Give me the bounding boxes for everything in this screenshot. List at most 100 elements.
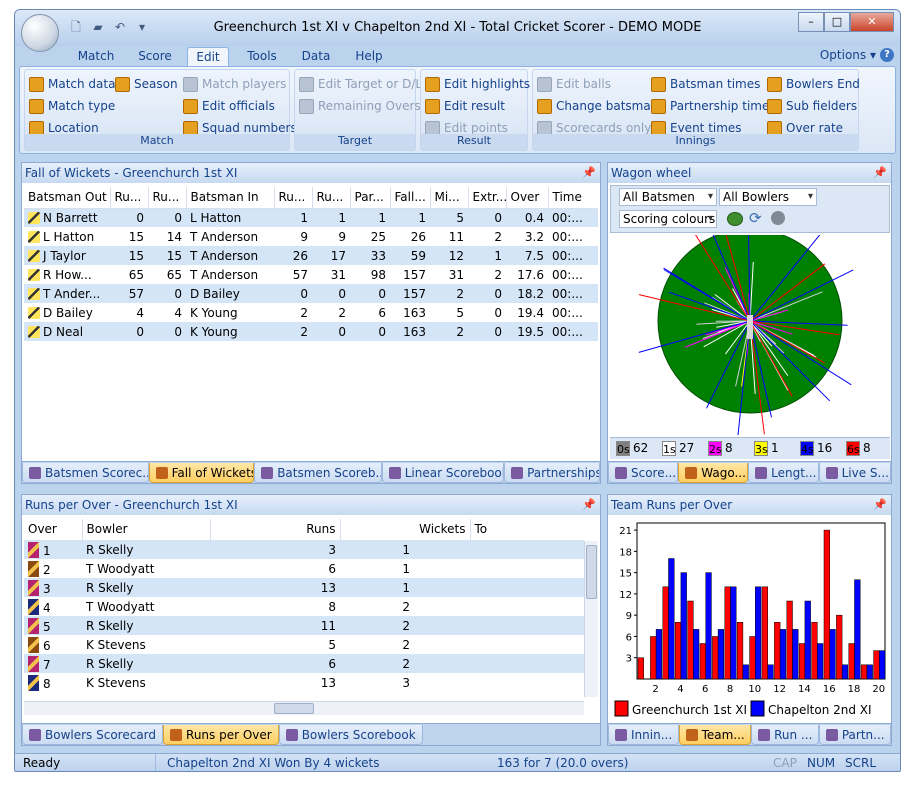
pane-tab-trpo-3[interactable]: Partn...	[818, 725, 891, 745]
rpo-column-header[interactable]: To	[470, 519, 584, 541]
pane-tab-trpo-1[interactable]: Team...	[678, 725, 752, 745]
vertical-scrollbar[interactable]	[584, 541, 598, 697]
table-row[interactable]: 1 R Skelly 3 1	[24, 540, 584, 559]
table-cell: 9	[312, 227, 350, 246]
batsmen-dropdown[interactable]: All Batsmen	[619, 188, 717, 206]
change-batsman-button[interactable]: Change batsman	[537, 96, 658, 116]
app-logo-icon[interactable]	[21, 14, 59, 52]
tab-help[interactable]: Help	[349, 47, 389, 67]
close-button[interactable]: ✕	[850, 12, 894, 32]
pane-tab-fow-4[interactable]: Partnerships	[504, 463, 600, 483]
table-row[interactable]: T Ander... 57 0 D Bailey 0 0 0 157 2 0 18.2 00:...	[24, 284, 598, 303]
runs-per-over-grid: Over Bowler Runs Wickets To 1 R Skelly 3 1 2 T Wo…	[24, 519, 584, 697]
pane-tab-wagon-0[interactable]: Score...	[608, 463, 679, 483]
edit-highlights-button[interactable]: Edit highlights	[425, 74, 530, 94]
fow-column-header[interactable]: Time	[548, 187, 598, 209]
table-row[interactable]: D Neal 0 0 K Young 2 0 0 163 2 0 19.5 00:...	[24, 322, 598, 341]
rpo-column-header[interactable]: Over	[24, 519, 83, 541]
tab-match[interactable]: Match	[71, 47, 121, 67]
table-row[interactable]: L Hatton 15 14 T Anderson 9 9 25 26 11 2 3.2 00:...	[24, 227, 598, 246]
season-button[interactable]: Season	[115, 74, 178, 94]
options-menu[interactable]: Options ▾	[820, 48, 876, 62]
table-row[interactable]: 3 R Skelly 13 1	[24, 578, 584, 597]
maximize-button[interactable]: □	[824, 12, 850, 32]
pin-icon[interactable]: 📌	[873, 495, 887, 515]
colours-dropdown[interactable]: Scoring colours	[619, 210, 717, 228]
bowl-icon[interactable]	[771, 211, 785, 225]
horizontal-scroll-thumb[interactable]	[274, 703, 314, 714]
fow-column-header[interactable]: Par...	[350, 187, 391, 209]
table-row[interactable]: D Bailey 4 4 K Young 2 2 6 163 5 0 19.4 00:...	[24, 303, 598, 322]
cell-text: 6	[378, 305, 386, 320]
x-tick-label: 6	[702, 684, 708, 695]
fow-column-header[interactable]: Over	[506, 187, 549, 209]
sub-fielders-button[interactable]: Sub fielders	[767, 96, 857, 116]
pane-tab-wagon-2[interactable]: Lengt...	[748, 463, 819, 483]
match-players-button[interactable]: Match players	[183, 74, 286, 94]
fow-column-header[interactable]: Ru...	[274, 187, 313, 209]
partnership-times-button[interactable]: Partnership times	[651, 96, 776, 116]
fow-column-header[interactable]: Ru...	[148, 187, 187, 209]
pane-tab-trpo-0[interactable]: Innin...	[608, 725, 679, 745]
pane-tab-fow-0[interactable]: Batsmen Scorec...	[22, 463, 149, 483]
ball-icon	[28, 579, 39, 596]
pane-tab-wagon-1[interactable]: Wago...	[678, 463, 749, 483]
bowlers-end-button[interactable]: Bowlers End	[767, 74, 860, 94]
table-row[interactable]: J Taylor 15 15 T Anderson 26 17 33 59 12 1 7.5 00:.…	[24, 246, 598, 265]
pane-tab-trpo-2[interactable]: Run ...	[751, 725, 819, 745]
batsman-times-button[interactable]: Batsman times	[651, 74, 760, 94]
edit-target-button[interactable]: Edit Target or D/L	[299, 74, 422, 94]
fow-column-header[interactable]: Batsman Out	[24, 187, 111, 209]
pin-icon[interactable]: 📌	[582, 163, 596, 183]
rpo-column-header[interactable]: Bowler	[82, 519, 211, 541]
horizontal-scrollbar[interactable]	[24, 701, 584, 715]
table-row[interactable]: 5 R Skelly 11 2	[24, 616, 584, 635]
help-icon[interactable]: ?	[880, 48, 894, 62]
pin-icon[interactable]: 📌	[873, 163, 887, 183]
pane-tab-fow-3[interactable]: Linear Scorebook	[381, 463, 505, 483]
bowlers-dropdown[interactable]: All Bowlers	[719, 188, 817, 206]
table-row[interactable]: 6 K Stevens 5 2	[24, 635, 584, 654]
remaining-overs-button[interactable]: Remaining Overs	[299, 96, 421, 116]
fow-column-header[interactable]: Mi...	[430, 187, 469, 209]
table-row[interactable]: 7 R Skelly 6 2	[24, 654, 584, 673]
fow-column-header[interactable]: Extr...	[468, 187, 507, 209]
table-row[interactable]: 8 K Stevens 13 3	[24, 673, 584, 692]
fow-column-header[interactable]: Batsman In	[186, 187, 275, 209]
table-row[interactable]: 2 T Woodyatt 6 1	[24, 559, 584, 578]
pin-icon[interactable]: 📌	[582, 495, 596, 515]
legend-item: 0s 62	[616, 440, 648, 456]
pane-tab-rpo-0[interactable]: Bowlers Scorecard	[22, 725, 164, 745]
vertical-scroll-thumb[interactable]	[586, 545, 597, 599]
cell-text: L Hatton	[190, 210, 242, 225]
fow-column-header[interactable]: Ru...	[312, 187, 351, 209]
pane-tab-wagon-3[interactable]: Live S...	[818, 463, 891, 483]
team-runs-chart: 369121518212 4 6 8 10 12 14 16 18 20Greenchurch 1…	[614, 522, 886, 717]
pitch-icon[interactable]	[727, 212, 743, 226]
table-row[interactable]: R How... 65 65 T Anderson 57 31 98 157 31 2 17.6 00…	[24, 265, 598, 284]
match-data-button[interactable]: Match data	[29, 74, 115, 94]
tab-data[interactable]: Data	[295, 47, 337, 67]
pane-tab-rpo-2[interactable]: Bowlers Scorebook	[278, 725, 423, 745]
fow-column-header[interactable]: Ru...	[110, 187, 149, 209]
edit-officials-button[interactable]: Edit officials	[183, 96, 275, 116]
edit-balls-button[interactable]: Edit balls	[537, 74, 611, 94]
minimize-button[interactable]: –	[798, 12, 824, 32]
pane-tab-rpo-1[interactable]: Runs per Over	[163, 725, 279, 745]
fow-column-header[interactable]: Fall...	[390, 187, 431, 209]
pane-tab-fow-1[interactable]: Fall of Wickets	[148, 463, 255, 483]
rpo-column-header[interactable]: Runs	[210, 519, 341, 541]
table-row[interactable]: 4 T Woodyatt 8 2	[24, 597, 584, 616]
table-row[interactable]: N Barrett 0 0 L Hatton 1 1 1 1 5 0 0.4 00:...	[24, 208, 598, 227]
pane-tab-fow-2[interactable]: Batsmen Scoreb...	[254, 463, 382, 483]
rpo-column-header[interactable]: Wickets	[340, 519, 471, 541]
table-cell: 59	[390, 246, 430, 265]
refresh-icon[interactable]: ⟳	[749, 209, 762, 227]
cell-text: 13	[320, 580, 336, 595]
tab-score[interactable]: Score	[129, 47, 181, 67]
match-type-button[interactable]: Match type	[29, 96, 115, 116]
tab-tools[interactable]: Tools	[239, 47, 285, 67]
table-cell: 6	[350, 303, 390, 322]
edit-result-button[interactable]: Edit result	[425, 96, 505, 116]
tab-edit[interactable]: Edit	[187, 47, 229, 67]
